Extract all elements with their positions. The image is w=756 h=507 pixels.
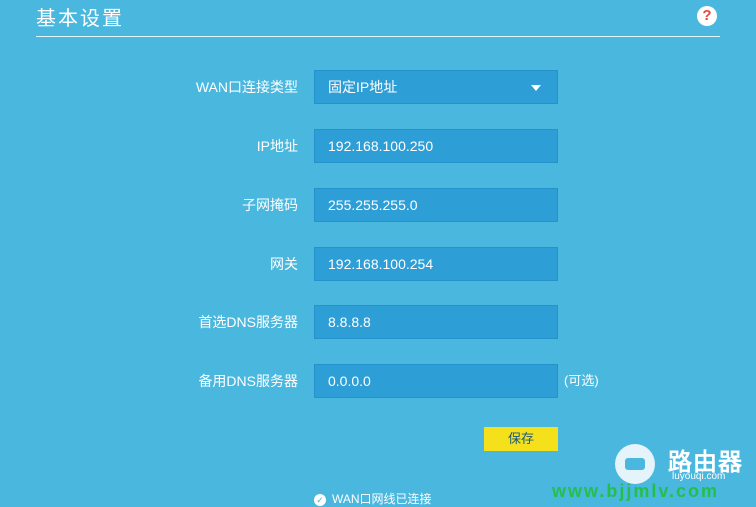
subnet-mask-label: 子网掩码 [242,197,298,213]
ip-address-row: IP地址 192.168.100.250 [0,129,756,163]
wan-type-row: WAN口连接类型 固定IP地址 [0,70,756,104]
wan-type-value: 固定IP地址 [328,79,398,95]
wan-type-select[interactable]: 固定IP地址 [314,70,558,104]
primary-dns-label: 首选DNS服务器 [198,314,298,330]
wan-status-text: WAN口网线已连接 [332,492,432,506]
caret-down-icon [531,85,541,91]
subnet-mask-row: 子网掩码 255.255.255.0 [0,188,756,222]
save-button[interactable]: 保存 [484,427,558,451]
wan-type-label: WAN口连接类型 [195,79,298,95]
router-logo-icon [615,444,655,484]
gateway-label: 网关 [270,256,298,272]
secondary-dns-row: 备用DNS服务器 0.0.0.0 (可选) [0,364,756,398]
help-icon[interactable]: ? [697,6,717,26]
title-divider [36,36,720,37]
gateway-row: 网关 192.168.100.254 [0,247,756,281]
primary-dns-input[interactable]: 8.8.8.8 [314,305,558,339]
watermark: 路由器 luyouqi.com www.bjjmlv.com [552,440,756,506]
ip-address-input[interactable]: 192.168.100.250 [314,129,558,163]
check-circle-icon: ✓ [314,493,326,506]
page-title: 基本设置 [36,8,124,30]
wan-status: ✓ WAN口网线已连接 [314,491,432,507]
secondary-dns-input[interactable]: 0.0.0.0 [314,364,558,398]
watermark-site: www.bjjmlv.com [552,481,720,501]
primary-dns-row: 首选DNS服务器 8.8.8.8 [0,305,756,339]
subnet-mask-input[interactable]: 255.255.255.0 [314,188,558,222]
secondary-dns-label: 备用DNS服务器 [198,373,298,389]
gateway-input[interactable]: 192.168.100.254 [314,247,558,281]
ip-address-label: IP地址 [256,138,298,154]
optional-note: (可选) [564,373,599,388]
